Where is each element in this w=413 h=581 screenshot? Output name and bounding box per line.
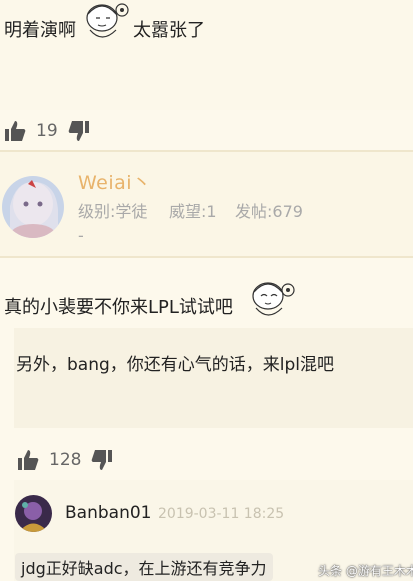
username[interactable]: Weiai丶 (78, 168, 152, 195)
user-prestige: 威望:1 (169, 202, 217, 221)
avatar[interactable] (2, 176, 64, 238)
user-signature: - (78, 226, 84, 245)
post-text-left: 明着演啊 (4, 20, 76, 41)
quoted-reply-box (14, 328, 413, 428)
thumbs-down-icon[interactable] (91, 449, 113, 471)
vote-row-1: 19 (4, 120, 90, 142)
post-text-right: 太嚣张了 (133, 20, 205, 41)
avatar-image (15, 495, 52, 532)
comment-timestamp: 2019-03-11 18:25 (158, 506, 285, 522)
vote-row-2: 128 (17, 449, 113, 471)
comment-bubble: jdg正好缺adc，在上游还有竞争力 (15, 553, 273, 581)
anime-sticker-icon (86, 3, 129, 38)
upvote-count: 19 (36, 121, 58, 141)
commenter-avatar[interactable] (15, 495, 52, 532)
thumbs-up-icon[interactable] (4, 120, 26, 142)
divider (0, 256, 413, 258)
post2-text: 真的小裴要不你来LPL试试吧 (4, 297, 233, 318)
thumbs-up-icon[interactable] (17, 449, 39, 471)
upvote-count: 128 (49, 450, 82, 470)
avatar-image (2, 176, 64, 238)
watermark: 头条 @游有王木木 (318, 564, 413, 578)
thumbs-down-icon[interactable] (68, 120, 90, 142)
user-post-count: 发帖:679 (235, 202, 303, 221)
reply-text: 另外，bang，你还有心气的话，来lpl混吧 (16, 355, 335, 375)
commenter-name[interactable]: Banban01 (65, 503, 151, 523)
anime-sticker-icon (252, 282, 295, 316)
user-level: 级别:学徒 (78, 202, 148, 221)
